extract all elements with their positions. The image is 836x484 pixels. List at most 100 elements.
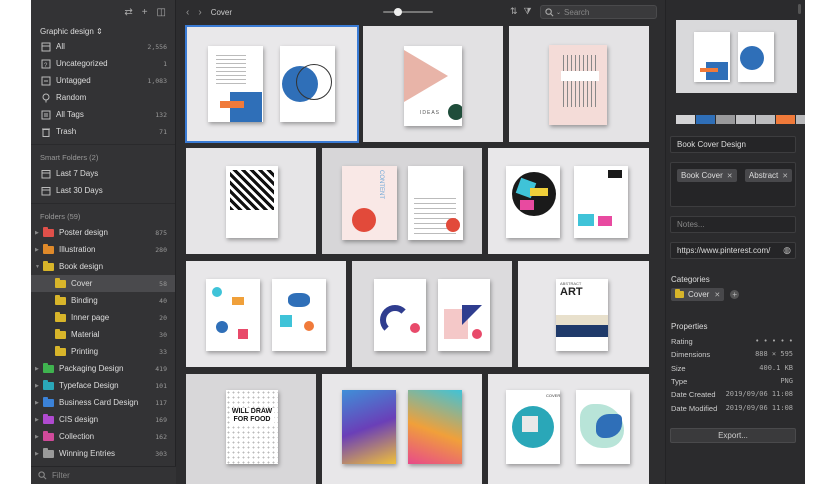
folder-item[interactable]: ▶ Poster design 875 (31, 224, 175, 241)
color-swatch[interactable] (696, 115, 715, 124)
folder-item[interactable]: ▶ Packaging Design 419 (31, 360, 175, 377)
color-swatch[interactable] (756, 115, 775, 124)
subfolder-item[interactable]: Binding 40 (31, 292, 175, 309)
smart-folder-item[interactable]: Last 30 Days (31, 182, 175, 199)
sidebar-item[interactable]: All Tags 132 (31, 106, 175, 123)
folder-item[interactable]: ▶ Collection 162 (31, 428, 175, 445)
chevron-right-icon[interactable]: ▶ (35, 400, 41, 406)
preview-thumbnail[interactable] (676, 20, 797, 93)
layout-toggle-icon[interactable]: ◫ (157, 7, 166, 18)
sidebar-item[interactable]: Random (31, 89, 175, 106)
zoom-slider-knob[interactable] (394, 8, 402, 16)
filter-bar[interactable]: Filter (31, 466, 176, 484)
color-swatch[interactable] (736, 115, 755, 124)
chevron-right-icon[interactable]: ▶ (35, 417, 41, 423)
smart-folders-title[interactable]: Smart Folders (2) (31, 149, 175, 165)
tag-chip[interactable]: Book Cover ✕ (677, 169, 737, 182)
chevron-right-icon[interactable]: ▶ (35, 383, 41, 389)
folder-icon (55, 294, 66, 305)
chevron-right-icon[interactable]: ▶ (35, 434, 41, 440)
item-count: 875 (155, 228, 167, 237)
chevron-down-icon[interactable]: ▼ (35, 264, 41, 270)
chevron-right-icon[interactable]: ▶ (35, 451, 41, 457)
chevron-right-icon[interactable]: ▶ (35, 230, 41, 236)
folder-icon (55, 345, 66, 356)
folder-item[interactable]: ▶ Business Card Design 117 (31, 394, 175, 411)
tag-chip[interactable]: Abstract ✕ (744, 169, 793, 182)
grid-item[interactable] (185, 25, 359, 143)
name-field[interactable]: Book Cover Design (670, 136, 796, 153)
chevron-right-icon[interactable]: ▶ (35, 247, 41, 253)
category-chip[interactable]: Cover ✕ (671, 288, 725, 301)
search-input[interactable]: Search (564, 8, 589, 17)
folder-label: Illustration (59, 245, 96, 254)
property-label: Date Modified (671, 403, 718, 413)
globe-icon[interactable]: ◍ (783, 245, 791, 256)
add-category-icon[interactable]: + (730, 290, 740, 299)
library-switcher[interactable]: Graphic design ⇕ (31, 24, 175, 38)
grid-item[interactable] (186, 148, 316, 254)
property-row: Type PNG (671, 377, 793, 386)
folder-item[interactable]: ▶ Illustration 280 (31, 241, 175, 258)
property-label: Dimensions (671, 350, 711, 360)
property-row: Dimensions 888 × 595 (671, 350, 793, 359)
url-field[interactable]: https://www.pinterest.com/ ◍ (670, 242, 796, 259)
filter-input[interactable]: Filter (52, 471, 70, 480)
grid-item[interactable]: WILL DRAW FOR FOOD (186, 374, 316, 484)
sidebar-item[interactable]: ? Uncategorized 1 (31, 55, 175, 72)
item-count: 162 (155, 432, 167, 441)
add-icon[interactable]: + (142, 7, 148, 18)
notes-field[interactable]: Notes... (670, 216, 796, 233)
folder-item[interactable]: ▶ CIS design 169 (31, 411, 175, 428)
close-icon[interactable]: ✕ (727, 172, 733, 180)
zoom-slider[interactable] (383, 8, 433, 16)
subfolder-item[interactable]: Cover 58 (31, 275, 175, 292)
chevron-down-icon[interactable]: ⌄ (556, 9, 561, 16)
subfolder-item[interactable]: Inner page 20 (31, 309, 175, 326)
art-label: ART (560, 286, 583, 298)
tags-field[interactable]: Book Cover ✕ Abstract ✕ (670, 162, 796, 207)
subfolder-item[interactable]: Material 30 (31, 326, 175, 343)
divider (31, 144, 175, 145)
grid-item[interactable] (509, 26, 649, 142)
color-swatch[interactable] (796, 115, 805, 124)
color-swatch[interactable] (776, 115, 795, 124)
subfolder-item[interactable]: Printing 33 (31, 343, 175, 360)
sync-icon[interactable]: ⇄ (124, 7, 132, 18)
sidebar-item[interactable]: All 2,556 (31, 38, 175, 55)
sort-icon[interactable]: ⇅ (510, 6, 518, 17)
sidebar-item[interactable]: Untagged 1,083 (31, 72, 175, 89)
cover-label: COVER (546, 393, 561, 398)
folder-item[interactable]: ▼ Book design (31, 258, 175, 275)
grid-item[interactable]: COVER (488, 374, 649, 484)
smart-folder-label: Last 7 Days (56, 169, 99, 178)
color-swatch[interactable] (676, 115, 695, 124)
property-value[interactable]: • • • • • (755, 337, 793, 346)
folders-title[interactable]: Folders (59) (31, 208, 175, 224)
sidebar-item[interactable]: Trash 71 (31, 123, 175, 140)
grid-item[interactable]: IDEAS (363, 26, 503, 142)
back-arrow-icon[interactable]: ‹ (186, 7, 189, 18)
category-label: Cover (688, 290, 710, 299)
item-count: 2,556 (147, 42, 167, 51)
folder-item[interactable]: ▶ Typeface Design 101 (31, 377, 175, 394)
close-icon[interactable]: ✕ (782, 172, 788, 180)
color-swatch[interactable] (716, 115, 735, 124)
filter-icon[interactable]: ⧩ (524, 6, 532, 17)
grid-item[interactable] (322, 374, 482, 484)
grid-item[interactable] (352, 261, 512, 367)
scrollbar[interactable] (798, 4, 801, 14)
grid-item[interactable]: CONTENT (322, 148, 482, 254)
export-button[interactable]: Export... (670, 428, 796, 443)
grid-item[interactable] (488, 148, 649, 254)
folder-item[interactable]: ▶ Winning Entries 303 (31, 445, 175, 462)
grid-item[interactable] (186, 261, 346, 367)
property-value: 2019/09/06 11:08 (725, 390, 793, 399)
smart-folder-item[interactable]: Last 7 Days (31, 165, 175, 182)
grid-item[interactable]: ABSTRACT ART (518, 261, 649, 367)
close-icon[interactable]: ✕ (714, 291, 720, 299)
search-box[interactable]: ⌄ Search (540, 5, 657, 19)
search-icon (38, 471, 47, 480)
forward-arrow-icon[interactable]: › (198, 7, 201, 18)
chevron-right-icon[interactable]: ▶ (35, 366, 41, 372)
